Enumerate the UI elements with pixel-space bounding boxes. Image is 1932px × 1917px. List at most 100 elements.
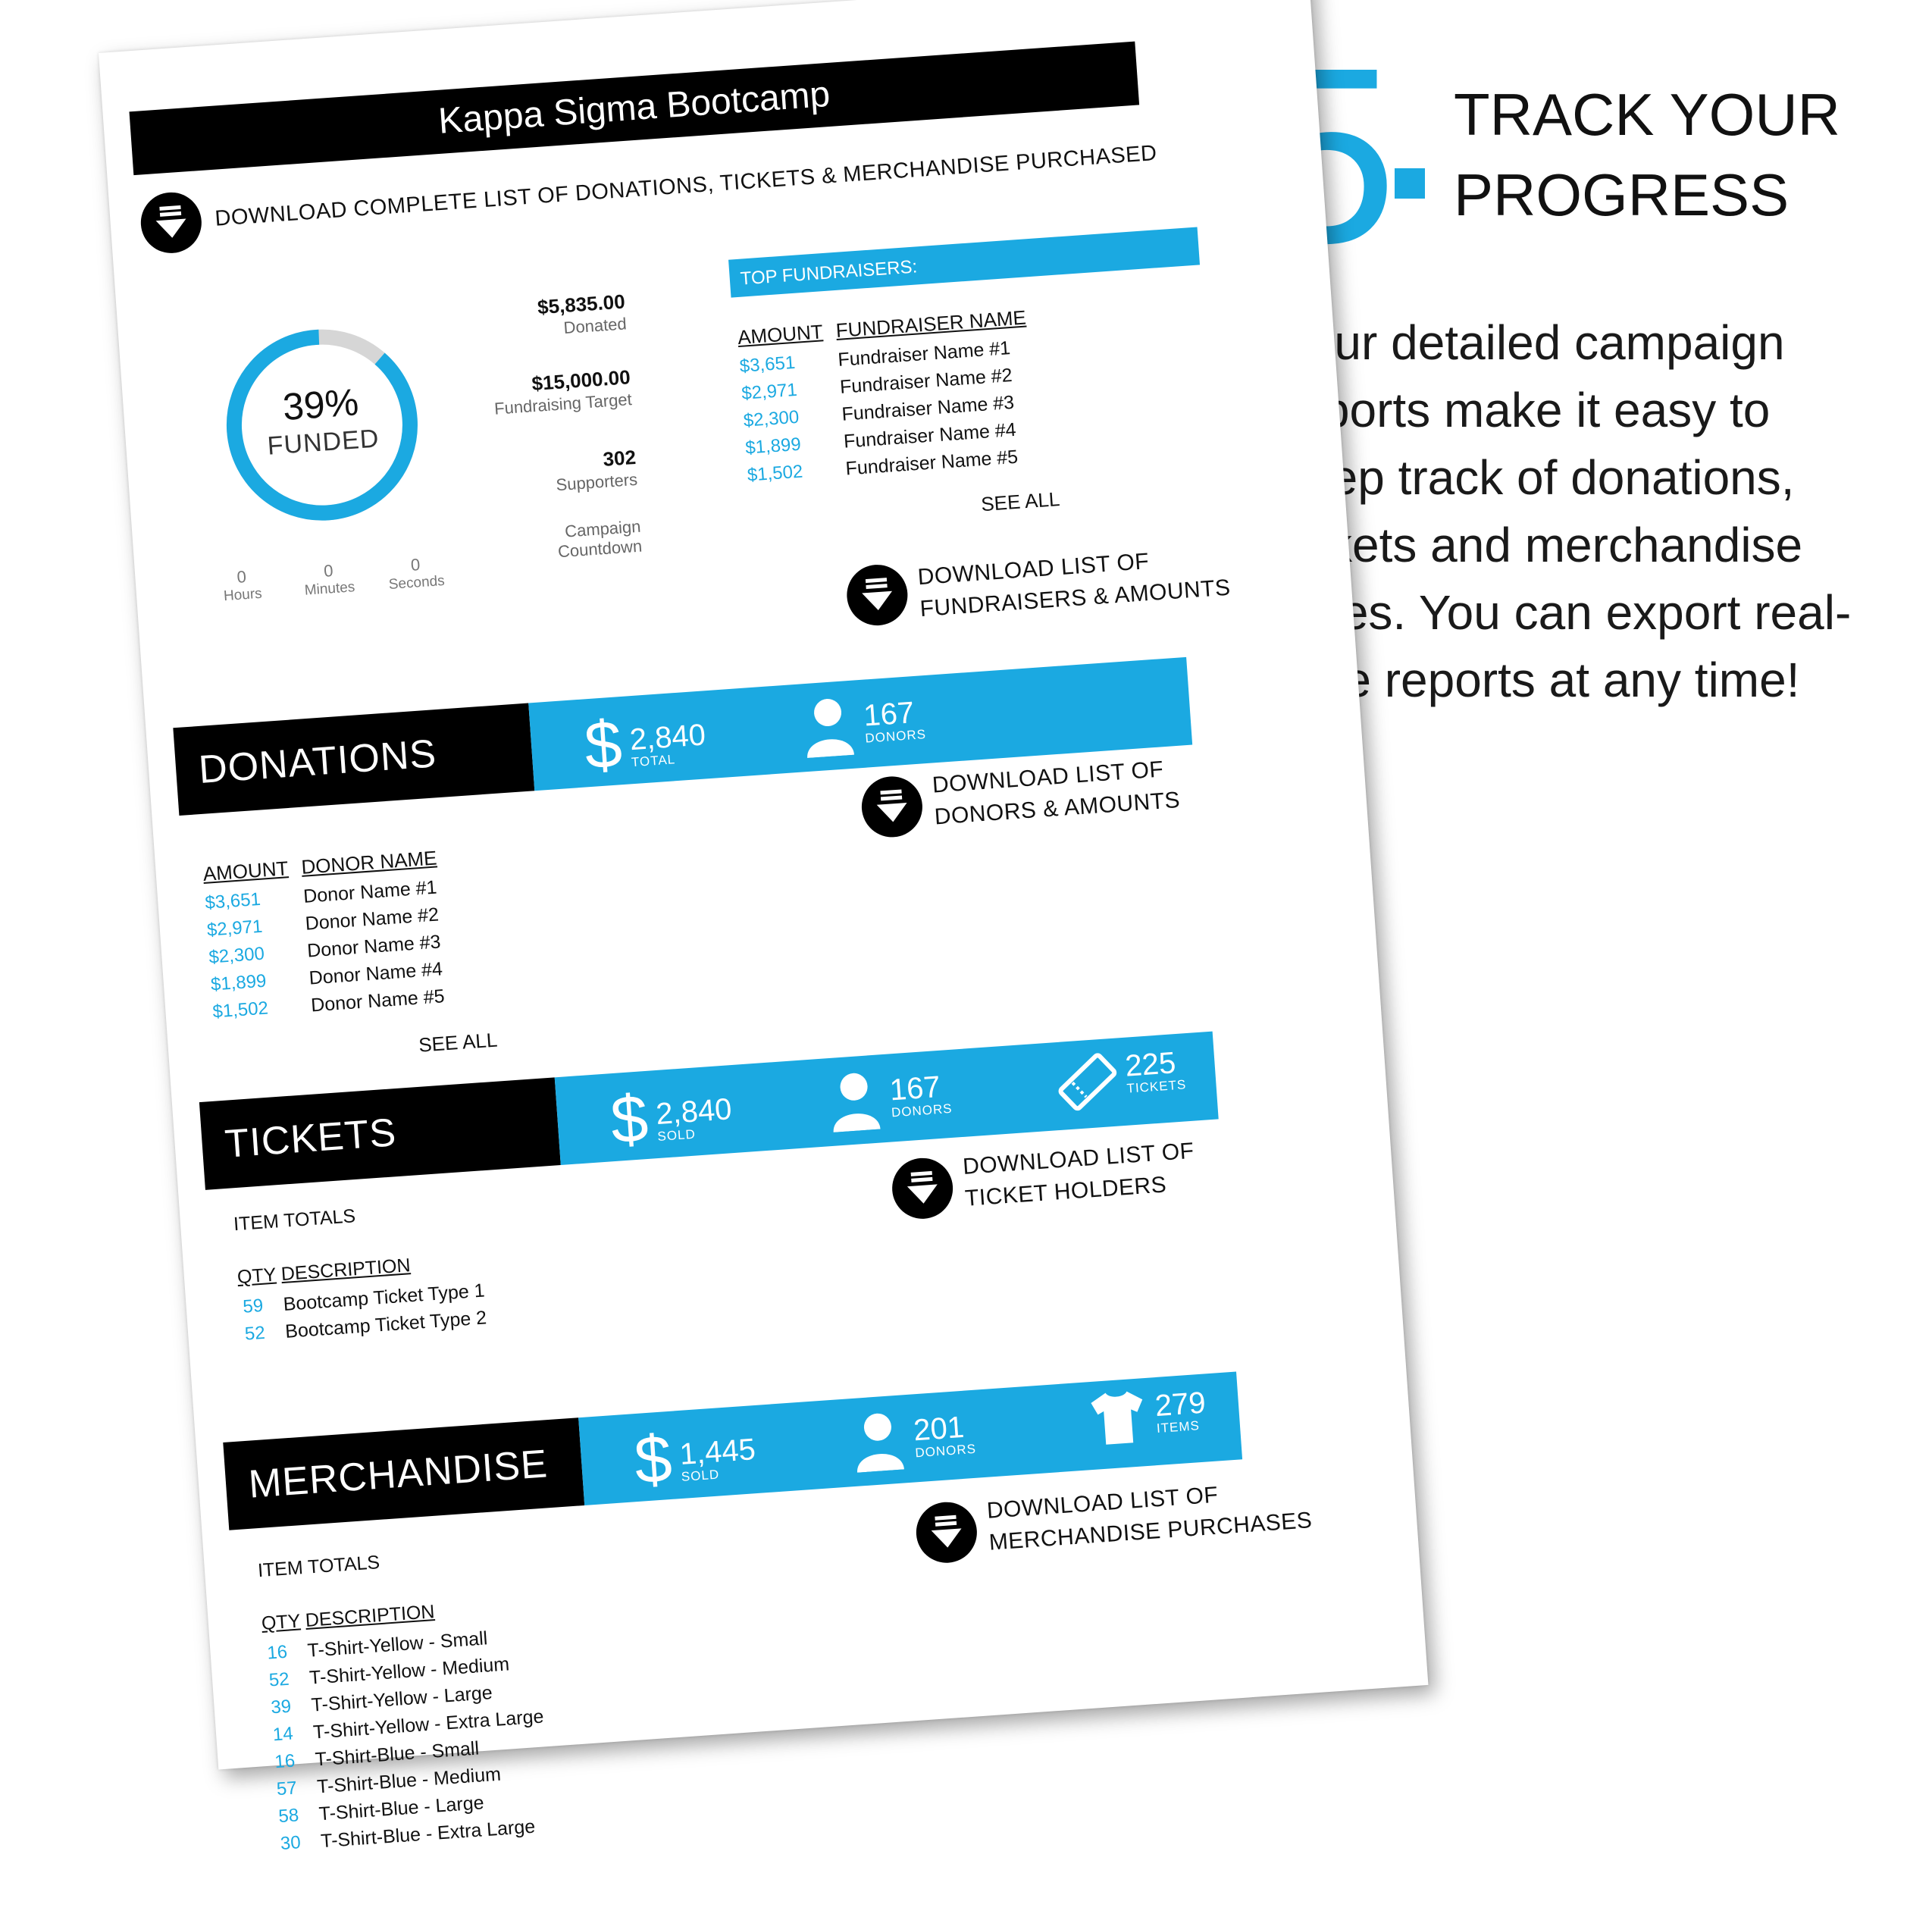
merchandise-items-metric: 279 ITEMS <box>1154 1386 1208 1437</box>
merchandise-description-header: DESCRIPTION <box>304 1601 436 1631</box>
tickets-donors-label: DONORS <box>891 1101 953 1120</box>
tickets-count-metric: 225 TICKETS <box>1124 1046 1187 1096</box>
merchandise-donors-value: 201 <box>912 1410 966 1448</box>
donor-name-list: Donor Name #1 Donor Name #2 Donor Name #… <box>302 874 446 1020</box>
download-ticket-holders-link[interactable]: DOWNLOAD LIST OF TICKET HOLDERS <box>962 1135 1198 1215</box>
list-item: 14 <box>272 1723 294 1746</box>
download-icon[interactable] <box>890 1156 955 1221</box>
list-item: $1,899 <box>744 434 802 459</box>
dollar-icon: $ <box>608 1079 651 1158</box>
fundraiser-amount-header: AMOUNT <box>737 320 824 349</box>
list-item: $3,651 <box>204 888 261 913</box>
merchandise-item-totals-label: ITEM TOTALS <box>257 1552 380 1582</box>
tickets-qty-header: QTY <box>236 1264 277 1289</box>
merchandise-section-title: MERCHANDISE <box>223 1417 585 1530</box>
tickets-donors-value: 167 <box>888 1070 942 1107</box>
countdown-seconds: 0 Seconds <box>384 553 447 594</box>
person-icon <box>852 1410 907 1476</box>
step-number-dot <box>1395 168 1425 199</box>
dollar-icon: $ <box>631 1420 675 1499</box>
tickets-description-list: Bootcamp Ticket Type 1 Bootcamp Ticket T… <box>283 1276 488 1345</box>
donations-donors-label: DONORS <box>864 727 927 746</box>
step-title: TRACK YOUR PROGRESS <box>1454 74 1840 235</box>
tickets-item-totals-label: ITEM TOTALS <box>233 1205 356 1236</box>
countdown-seconds-label: Seconds <box>388 572 446 593</box>
merchandise-qty-header: QTY <box>261 1610 302 1635</box>
list-item: $2,300 <box>742 406 800 431</box>
person-icon <box>828 1070 882 1136</box>
step-description-line: sales. You can export real- <box>1279 585 1852 640</box>
tickets-sold-metric: 2,840 SOLD <box>654 1092 734 1145</box>
download-donors-link[interactable]: DOWNLOAD LIST OF DONORS & AMOUNTS <box>932 753 1182 833</box>
list-item: 52 <box>268 1668 290 1691</box>
person-icon <box>802 696 856 762</box>
step-description-line: time reports at any time! <box>1279 653 1800 707</box>
merchandise-items-label: ITEMS <box>1156 1418 1201 1436</box>
list-item: $1,502 <box>211 998 269 1023</box>
download-icon[interactable] <box>914 1500 979 1565</box>
tickets-section-title: TICKETS <box>199 1077 561 1190</box>
tickets-count-value: 225 <box>1124 1046 1177 1083</box>
list-item: $2,971 <box>741 379 798 404</box>
download-icon[interactable] <box>844 562 910 628</box>
merchandise-sold-metric: 1,445 SOLD <box>678 1433 757 1485</box>
step-title-line2: PROGRESS <box>1454 161 1790 228</box>
fundraiser-name-list: Fundraiser Name #1 Fundraiser Name #2 Fu… <box>837 334 1019 482</box>
countdown-minutes: 0 Minutes <box>298 559 361 600</box>
donors-see-all-link[interactable]: SEE ALL <box>418 1029 498 1057</box>
countdown-hours-label: Hours <box>223 585 263 605</box>
step-description-line: reports make it easy to <box>1279 383 1771 437</box>
campaign-countdown-label: Campaign Countdown <box>474 517 643 568</box>
list-item: $2,300 <box>208 943 265 968</box>
tickets-count-label: TICKETS <box>1126 1077 1187 1096</box>
donations-section-title: DONATIONS <box>173 703 535 816</box>
donations-donors-value: 167 <box>862 696 916 733</box>
list-item: 16 <box>266 1641 289 1664</box>
merchandise-donors-metric: 201 DONORS <box>913 1411 977 1461</box>
merchandise-donors-label: DONORS <box>914 1441 977 1461</box>
list-item: $1,502 <box>747 461 804 486</box>
step-description-line: Your detailed campaign <box>1279 315 1785 370</box>
list-item: $1,899 <box>210 970 268 995</box>
donations-total-metric: 2,840 TOTAL <box>628 718 708 770</box>
countdown-hours: 0 Hours <box>211 565 274 606</box>
list-item: 59 <box>242 1295 265 1317</box>
donations-total-value: 2,840 <box>628 718 707 757</box>
fundraiser-amount-list: $3,651 $2,971 $2,300 $1,899 $1,502 <box>739 349 804 490</box>
download-fundraisers-link[interactable]: DOWNLOAD LIST OF FUNDRAISERS & AMOUNTS <box>916 540 1232 625</box>
list-item: 39 <box>270 1696 293 1718</box>
download-icon[interactable] <box>139 190 204 255</box>
list-item: 52 <box>244 1322 266 1345</box>
list-item: 16 <box>274 1750 296 1773</box>
download-icon[interactable] <box>860 774 925 840</box>
list-item: $2,971 <box>206 916 264 941</box>
merchandise-description-list: T-Shirt-Yellow - Small T-Shirt-Yellow - … <box>306 1621 552 1856</box>
tickets-description-header: DESCRIPTION <box>280 1255 412 1286</box>
donations-donors-metric: 167 DONORS <box>862 696 927 746</box>
countdown-minutes-label: Minutes <box>304 579 355 599</box>
merchandise-sold-value: 1,445 <box>678 1433 757 1471</box>
list-item: 58 <box>277 1805 300 1828</box>
campaign-report-sheet: Kappa Sigma Bootcamp DOWNLOAD COMPLETE L… <box>99 0 1429 1854</box>
step-description-line: keep track of donations, <box>1279 450 1795 505</box>
ticket-icon <box>1054 1049 1121 1120</box>
list-item: 57 <box>276 1778 298 1800</box>
step-description: Your detailed campaign reports make it e… <box>1279 309 1893 714</box>
funded-label-group: 39% FUNDED <box>221 377 422 466</box>
merchandise-items-value: 279 <box>1154 1386 1207 1424</box>
top-fundraisers-header: TOP FUNDRAISERS: <box>728 227 1201 298</box>
donor-amount-header: AMOUNT <box>202 857 290 885</box>
tickets-donors-metric: 167 DONORS <box>888 1070 953 1120</box>
merchandise-qty-list: 16 52 39 14 16 57 58 30 <box>261 1638 307 1858</box>
list-item: $3,651 <box>738 352 797 377</box>
step-title-line1: TRACK YOUR <box>1454 81 1840 148</box>
donor-amount-list: $3,651 $2,971 $2,300 $1,899 $1,502 <box>204 886 269 1026</box>
dollar-icon: $ <box>581 706 625 784</box>
list-item: 30 <box>280 1832 302 1854</box>
tshirt-icon <box>1087 1389 1148 1451</box>
tickets-sold-value: 2,840 <box>654 1092 733 1132</box>
download-merchandise-link[interactable]: DOWNLOAD LIST OF MERCHANDISE PURCHASES <box>986 1473 1314 1559</box>
tickets-qty-list: 59 52 <box>237 1292 271 1348</box>
step-description-line: tickets and merchandise <box>1279 518 1803 572</box>
fundraisers-see-all-link[interactable]: SEE ALL <box>980 487 1060 516</box>
